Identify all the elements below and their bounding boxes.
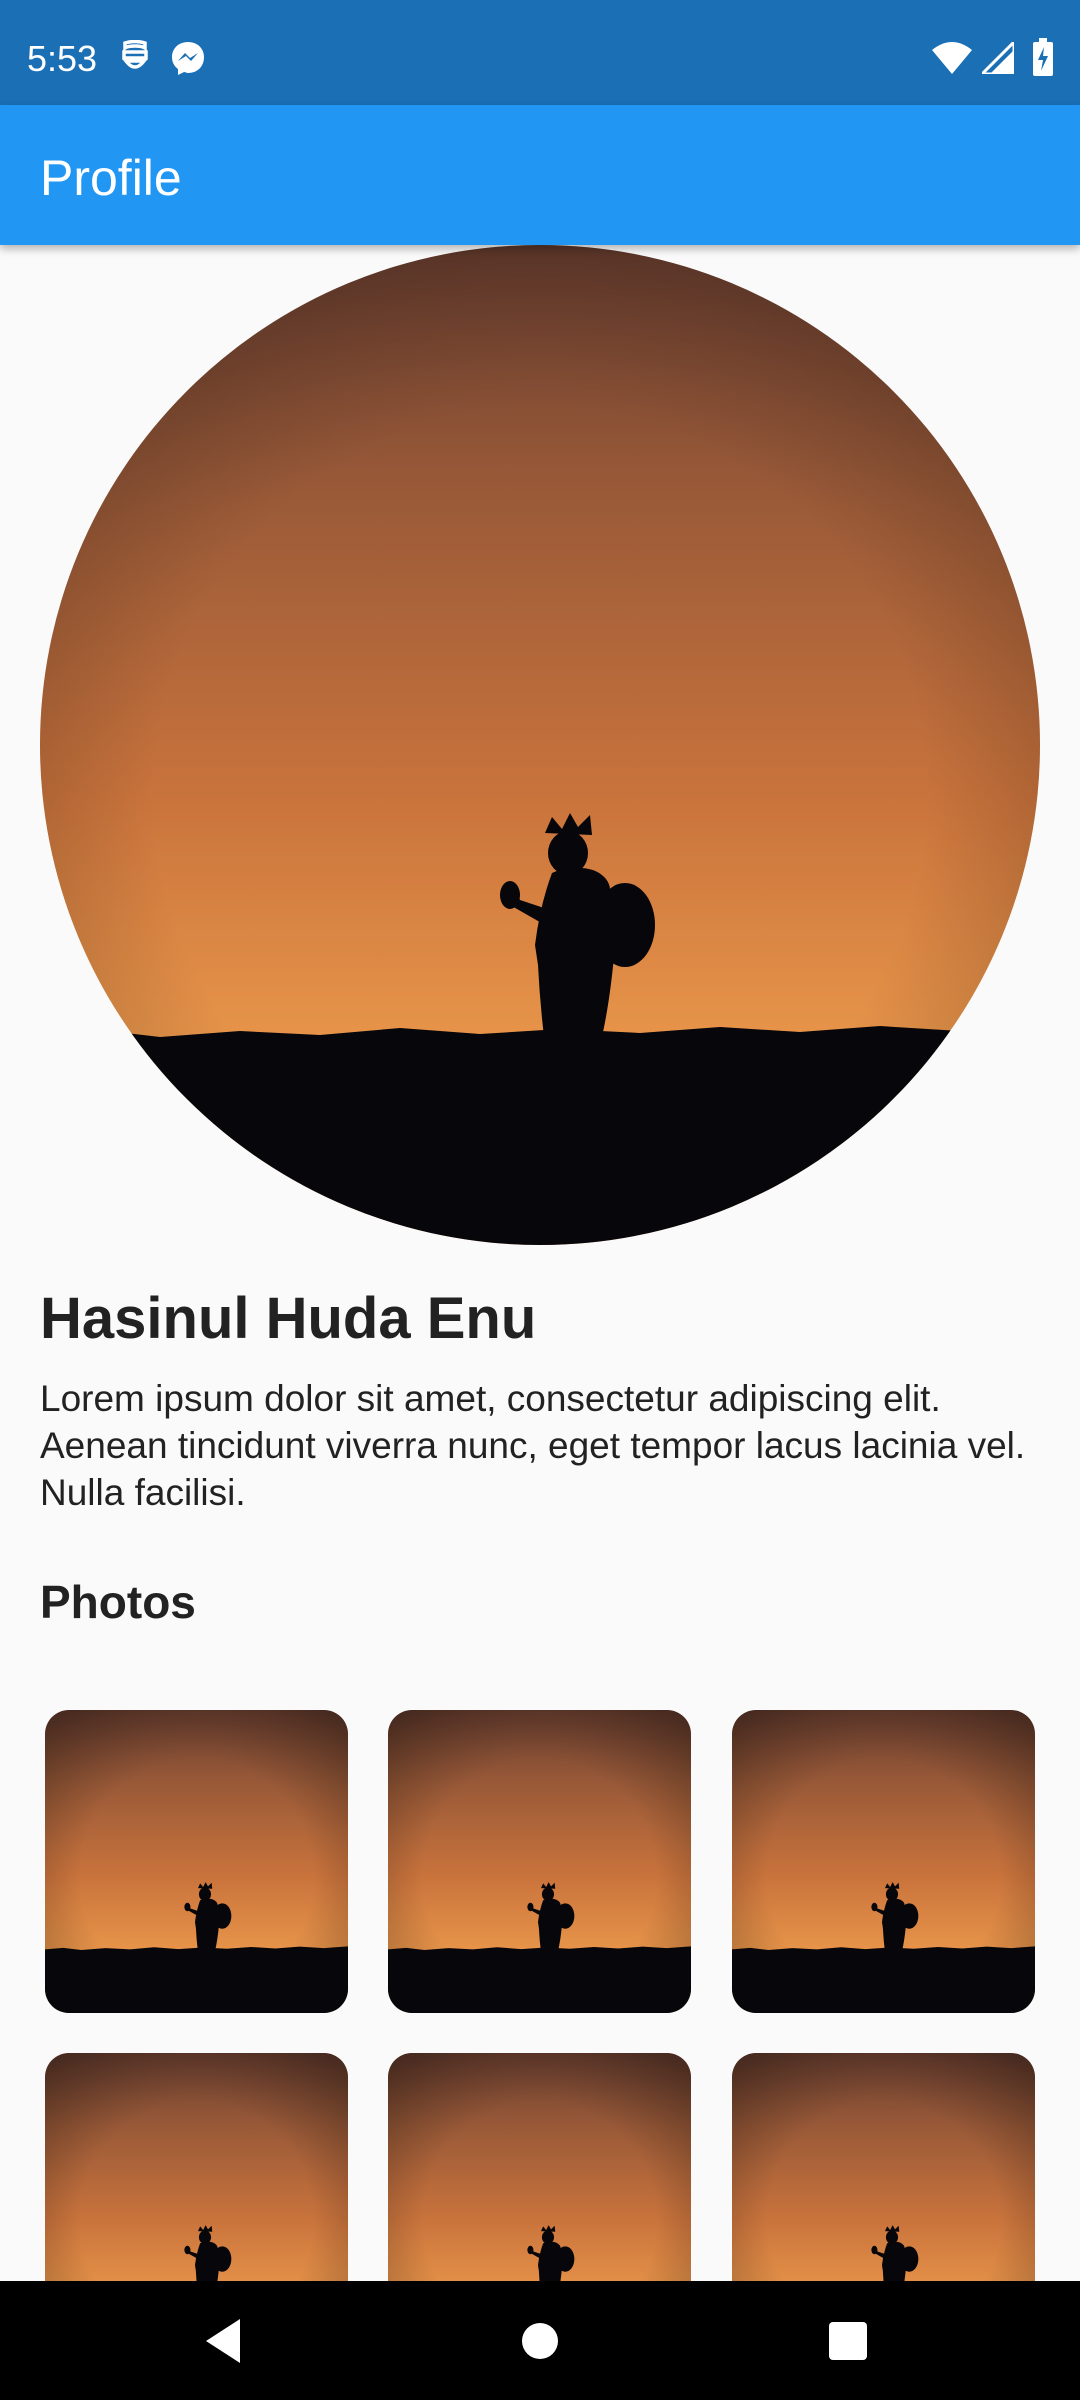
recents-icon[interactable] <box>818 2311 878 2371</box>
photo-tile[interactable] <box>45 2053 348 2281</box>
profile-name: Hasinul Huda Enu <box>40 1286 537 1351</box>
privacy-mask-icon <box>120 39 150 79</box>
back-icon[interactable] <box>198 2311 258 2371</box>
photo-tile[interactable] <box>732 1710 1035 2013</box>
photo-tile[interactable] <box>388 1710 691 2013</box>
status-time: 5:53 <box>27 38 98 79</box>
system-nav-bar <box>0 2281 1080 2400</box>
messenger-icon <box>170 40 206 81</box>
battery-charging-icon <box>1033 38 1053 81</box>
profile-avatar <box>40 245 1040 1245</box>
status-bar: 5:53 <box>0 0 1080 105</box>
home-icon[interactable] <box>510 2311 570 2371</box>
profile-bio: Lorem ipsum dolor sit amet, consectetur … <box>40 1378 1026 1513</box>
profile-content[interactable]: Hasinul Huda Enu Lorem ipsum dolor sit a… <box>0 245 1080 2281</box>
cell-signal-icon <box>978 38 1016 79</box>
app-bar: Profile <box>0 105 1080 245</box>
photo-tile[interactable] <box>388 2053 691 2281</box>
photos-heading: Photos <box>40 1576 196 1628</box>
wifi-icon <box>932 42 972 79</box>
page-title: Profile <box>40 150 182 206</box>
photo-tile[interactable] <box>732 2053 1035 2281</box>
photo-tile[interactable] <box>45 1710 348 2013</box>
